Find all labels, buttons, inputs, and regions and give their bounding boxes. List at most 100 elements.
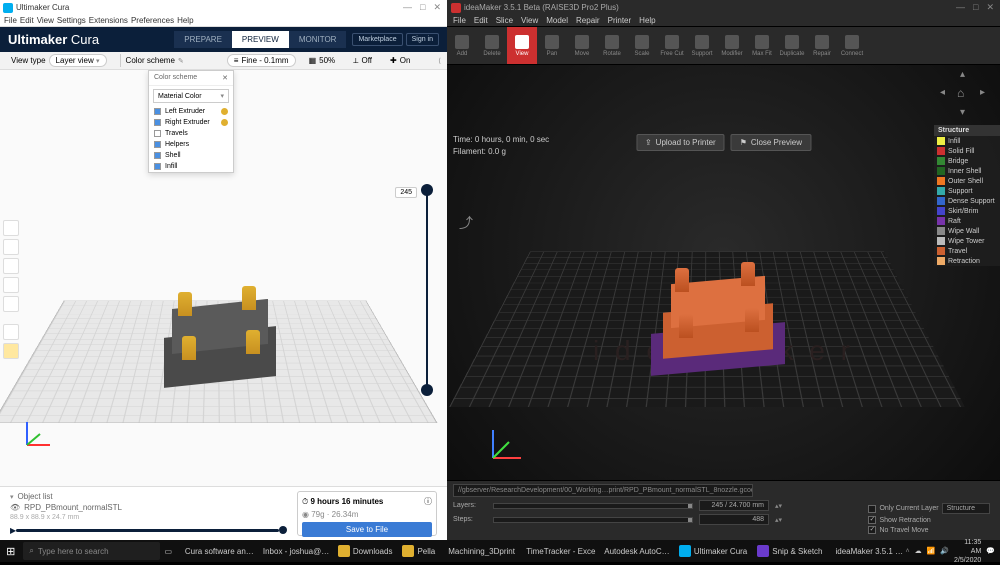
im-menu-edit[interactable]: Edit	[474, 16, 488, 25]
menu-view[interactable]: View	[37, 16, 54, 25]
ideamaker-model[interactable]	[659, 270, 777, 366]
tool-repair[interactable]: Repair	[807, 27, 837, 64]
im-menu-printer[interactable]: Printer	[608, 16, 632, 25]
cura-model[interactable]	[164, 292, 276, 382]
ideamaker-viewport[interactable]: Time: 0 hours, 0 min, 0 sec Filament: 0.…	[447, 65, 1000, 540]
info-icon[interactable]: ⓘ	[424, 496, 432, 507]
scheme-checkbox-4[interactable]	[154, 152, 161, 159]
home-icon[interactable]: ⌂	[957, 86, 973, 102]
tool-move[interactable]: Move	[567, 27, 597, 64]
menu-file[interactable]: File	[4, 16, 17, 25]
menu-help[interactable]: Help	[177, 16, 193, 25]
tool-modifier[interactable]: Modifier	[717, 27, 747, 64]
pencil-icon[interactable]: ✎	[178, 57, 184, 65]
tool-mesh[interactable]	[3, 296, 19, 312]
im-menu-view[interactable]: View	[521, 16, 538, 25]
profile-value[interactable]: Fine - 0.1mm	[241, 56, 288, 65]
tab-prepare[interactable]: PREPARE	[174, 31, 232, 48]
cura-min-icon[interactable]: ―	[403, 2, 412, 13]
im-menu-model[interactable]: Model	[546, 16, 568, 25]
menu-settings[interactable]: Settings	[57, 16, 86, 25]
scheme-dropdown[interactable]: Material Color▾	[153, 89, 229, 103]
export-icon[interactable]: ⤴	[459, 213, 473, 233]
im-min-icon[interactable]: ―	[956, 2, 965, 13]
tab-monitor[interactable]: MONITOR	[289, 31, 347, 48]
im-menu-help[interactable]: Help	[639, 16, 655, 25]
im-max-icon[interactable]: □	[973, 2, 978, 13]
menu-preferences[interactable]: Preferences	[131, 16, 174, 25]
taskbar-app-8[interactable]: Snip & Sketch	[752, 540, 827, 562]
upload-button[interactable]: ⇪Upload to Printer	[636, 134, 725, 151]
tool-pan[interactable]: Pan	[537, 27, 567, 64]
scheme-checkbox-2[interactable]	[154, 130, 161, 137]
steps-slider[interactable]	[493, 517, 693, 523]
options-expand-icon[interactable]: ⟨	[438, 57, 441, 65]
close-preview-button[interactable]: ⚑Close Preview	[731, 134, 811, 151]
taskbar-app-2[interactable]: Downloads	[333, 540, 398, 562]
tool-scale[interactable]	[3, 239, 19, 255]
taskbar-app-0[interactable]: Cura software an…	[177, 540, 255, 562]
marketplace-button[interactable]: Marketplace	[352, 33, 402, 46]
tool-support[interactable]: Support	[687, 27, 717, 64]
menu-extensions[interactable]: Extensions	[89, 16, 128, 25]
tray-cloud-icon[interactable]: ☁	[915, 547, 922, 555]
layers-stepper[interactable]: ▴▾	[775, 502, 782, 510]
tool-free-cut[interactable]: Free Cut	[657, 27, 687, 64]
show-retraction-checkbox[interactable]	[868, 516, 876, 524]
tool-view[interactable]: View	[507, 27, 537, 64]
scheme-checkbox-1[interactable]	[154, 119, 161, 126]
taskbar-app-5[interactable]: TimeTracker - Excel	[518, 540, 596, 562]
tool-mirror[interactable]	[3, 277, 19, 293]
no-travel-checkbox[interactable]	[868, 526, 876, 534]
taskbar-app-1[interactable]: Inbox - joshua@…	[255, 540, 333, 562]
viewtype-dropdown[interactable]: Layer view ▾	[49, 54, 107, 67]
tool-rotate[interactable]	[3, 258, 19, 274]
layers-slider[interactable]	[493, 503, 693, 509]
tray-date[interactable]: 2/5/2020	[954, 556, 981, 565]
scheme-close-icon[interactable]: ✕	[222, 74, 228, 82]
im-menu-file[interactable]: File	[453, 16, 466, 25]
signin-button[interactable]: Sign in	[406, 33, 439, 46]
tray-volume-icon[interactable]: 🔊	[940, 547, 949, 555]
tool-duplicate[interactable]: Duplicate	[777, 27, 807, 64]
scheme-checkbox-0[interactable]	[154, 108, 161, 115]
taskbar-app-4[interactable]: Machining_3Dprint	[440, 540, 518, 562]
tray-chevron-icon[interactable]: ˄	[906, 548, 910, 555]
eye-icon[interactable]: 👁	[10, 503, 20, 512]
tool-rotate[interactable]: Rotate	[597, 27, 627, 64]
tool-add[interactable]: Add	[447, 27, 477, 64]
taskbar-app-3[interactable]: Pella	[397, 540, 440, 562]
view-orientation-widget[interactable]: ▴ ▾ ◂ ▸ ⌂	[944, 73, 986, 115]
tray-time[interactable]: 11:35 AM	[954, 538, 981, 556]
im-menu-repair[interactable]: Repair	[576, 16, 600, 25]
menu-edit[interactable]: Edit	[20, 16, 34, 25]
taskbar-app-9[interactable]: ideaMaker 3.5.1 …	[828, 540, 906, 562]
tray-wifi-icon[interactable]: 📶	[927, 547, 936, 555]
scheme-checkbox-5[interactable]	[154, 163, 161, 170]
structure-dropdown[interactable]: Structure	[942, 503, 990, 514]
layer-slider[interactable]: 245	[419, 190, 435, 390]
tool-scale[interactable]: Scale	[627, 27, 657, 64]
start-button[interactable]: ⊞	[0, 540, 21, 562]
tool-delete[interactable]: Delete	[477, 27, 507, 64]
cura-close-icon[interactable]: ✕	[433, 2, 441, 13]
tool-move[interactable]	[3, 220, 19, 236]
tool-max-fit[interactable]: Max Fit	[747, 27, 777, 64]
objlist-item[interactable]: RPD_PBmount_normalSTL	[24, 503, 122, 512]
tool-support[interactable]	[3, 324, 19, 340]
tab-preview[interactable]: PREVIEW	[232, 31, 289, 48]
sim-timeline[interactable]: ▶	[10, 526, 287, 534]
taskbar-app-6[interactable]: Autodesk AutoC…	[596, 540, 674, 562]
objlist-header[interactable]: Object list	[18, 492, 53, 501]
tool-connect[interactable]: Connect	[837, 27, 867, 64]
taskbar-search[interactable]: ⌕Type here to search	[23, 542, 159, 560]
scheme-checkbox-3[interactable]	[154, 141, 161, 148]
tool-custom[interactable]	[3, 343, 19, 359]
save-button[interactable]: Save to File	[302, 522, 432, 537]
cura-viewport[interactable]: Color scheme✕ Material Color▾ Left Extru…	[0, 70, 447, 540]
taskbar-app-7[interactable]: Ultimaker Cura	[674, 540, 752, 562]
task-view-icon[interactable]: ▭	[160, 540, 177, 562]
only-current-checkbox[interactable]	[868, 505, 876, 513]
im-close-icon[interactable]: ✕	[986, 2, 994, 13]
steps-stepper[interactable]: ▴▾	[775, 516, 782, 524]
